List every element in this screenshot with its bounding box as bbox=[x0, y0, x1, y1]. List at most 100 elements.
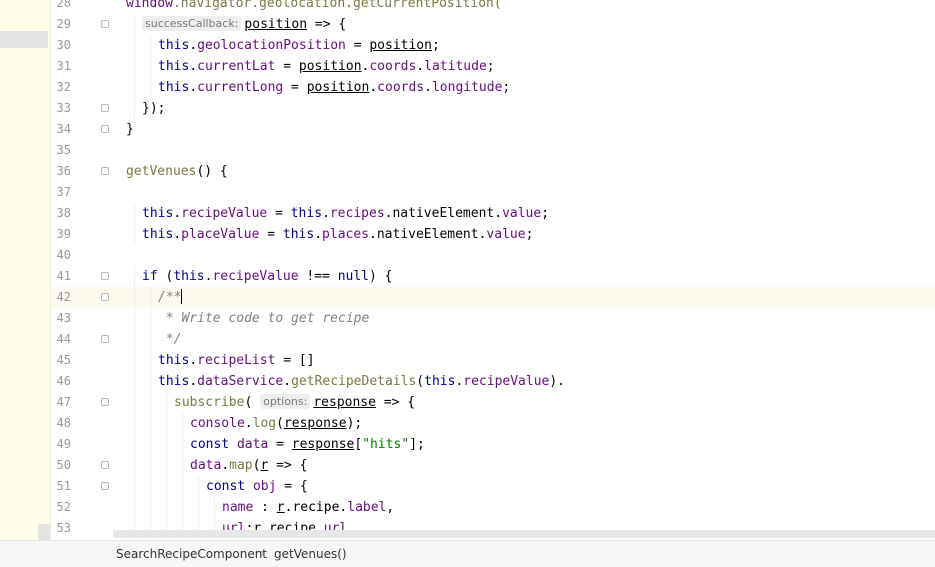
code-line[interactable]: 48 console.log(response); bbox=[51, 413, 935, 434]
code-token: ; bbox=[502, 80, 511, 95]
code-line[interactable]: 49 const data = response["hits"]; bbox=[51, 434, 935, 455]
fold-marker-icon[interactable] bbox=[101, 167, 109, 175]
breadcrumb-item-class[interactable]: SearchRecipeComponent bbox=[116, 547, 267, 561]
fold-marker-icon[interactable] bbox=[101, 293, 109, 301]
code-token: . bbox=[173, 227, 182, 242]
code-token: position bbox=[306, 80, 370, 95]
fold-marker-icon[interactable] bbox=[101, 125, 109, 133]
indent-guide bbox=[166, 455, 167, 476]
code-token: .navigator.geolocation.getCurrentPositio… bbox=[172, 0, 502, 11]
code-line[interactable]: 43 * Write code to get recipe bbox=[51, 308, 935, 329]
code-text: const data = response["hits"]; bbox=[190, 434, 425, 455]
code-line[interactable]: 42 /** bbox=[51, 287, 935, 308]
indent-guide bbox=[150, 497, 151, 518]
code-line[interactable]: 31 this.currentLat = position.coords.lati… bbox=[51, 56, 935, 77]
fold-marker-icon[interactable] bbox=[101, 104, 109, 112]
code-token: = bbox=[345, 38, 370, 53]
code-token: * Write code to get recipe bbox=[158, 311, 370, 326]
code-token: } bbox=[126, 122, 134, 137]
code-token: /** bbox=[158, 290, 182, 305]
code-line[interactable]: 32 this.currentLong = position.coords.lon… bbox=[51, 77, 935, 98]
breadcrumb-item-method[interactable]: getVenues() bbox=[274, 547, 347, 561]
code-line[interactable]: 28 window.navigator.geolocation.getCurren… bbox=[51, 0, 935, 14]
line-number: 38 bbox=[56, 206, 71, 220]
indent-guide bbox=[182, 476, 183, 497]
code-token: if bbox=[142, 269, 158, 284]
fold-marker-icon[interactable] bbox=[101, 398, 109, 406]
code-token: ; bbox=[431, 38, 440, 53]
fold-marker-icon[interactable] bbox=[101, 272, 109, 280]
code-line[interactable]: 50 data.map(r => { bbox=[51, 455, 935, 476]
code-token: currentLat bbox=[197, 59, 276, 74]
indent-guide bbox=[150, 392, 151, 413]
code-token: !== bbox=[298, 269, 338, 284]
indent-guide bbox=[134, 98, 135, 119]
code-token: const bbox=[190, 437, 230, 452]
horizontal-scrollbar[interactable] bbox=[113, 530, 935, 538]
code-token: subscribe bbox=[174, 395, 245, 410]
code-line[interactable]: 30 this.geolocationPosition = position; bbox=[51, 35, 935, 56]
code-line[interactable]: 37 bbox=[51, 182, 935, 203]
code-token: ( bbox=[157, 269, 174, 284]
code-text: */ bbox=[158, 329, 182, 350]
code-token: log bbox=[252, 416, 277, 431]
code-token: }); bbox=[142, 101, 166, 116]
code-line[interactable]: 33}); bbox=[51, 98, 935, 119]
code-token: response bbox=[291, 437, 355, 452]
code-line[interactable]: 45 this.recipeList = [] bbox=[51, 350, 935, 371]
code-line[interactable]: 44 */ bbox=[51, 329, 935, 350]
indent-guide bbox=[134, 56, 135, 77]
code-token: this bbox=[158, 353, 190, 368]
indent-guide bbox=[166, 434, 167, 455]
fold-marker-icon[interactable] bbox=[101, 335, 109, 343]
indent-guide bbox=[150, 413, 151, 434]
code-token: coords bbox=[377, 80, 425, 95]
code-token: .nativeElement. bbox=[369, 227, 487, 242]
code-line[interactable]: 35 bbox=[51, 140, 935, 161]
code-line[interactable]: 29 successCallback: position => { bbox=[51, 14, 935, 35]
code-token: . bbox=[189, 59, 198, 74]
code-line[interactable]: 36 getVenues() { bbox=[51, 161, 935, 182]
indent-guide bbox=[134, 329, 135, 350]
fold-marker-icon[interactable] bbox=[101, 461, 109, 469]
indent-guide bbox=[150, 329, 151, 350]
code-token: window bbox=[126, 0, 173, 11]
code-text: * Write code to get recipe bbox=[158, 308, 370, 329]
code-line[interactable]: 47 subscribe( options: response => { bbox=[51, 392, 935, 413]
indent-guide bbox=[134, 476, 135, 497]
code-line[interactable]: 39 this.placeValue = this.places.nativeEl… bbox=[51, 224, 935, 245]
code-line[interactable]: 52 name : r.recipe.label, bbox=[51, 497, 935, 518]
code-token: value bbox=[486, 227, 526, 242]
code-token: places bbox=[322, 227, 370, 242]
code-line[interactable]: 40 bbox=[51, 245, 935, 266]
code-text: this.geolocationPosition = position; bbox=[158, 35, 440, 56]
code-editor[interactable]: 28 window.navigator.geolocation.getCurren… bbox=[0, 0, 935, 540]
code-token: this bbox=[173, 269, 205, 284]
line-number: 52 bbox=[56, 500, 71, 514]
code-line[interactable]: 41 if (this.recipeValue !== null) { bbox=[51, 266, 935, 287]
editor-left-gutter bbox=[0, 0, 51, 540]
code-token: this bbox=[424, 374, 456, 389]
line-number: 50 bbox=[56, 458, 71, 472]
indent-guide bbox=[134, 413, 135, 434]
fold-marker-icon[interactable] bbox=[101, 482, 109, 490]
line-number: 34 bbox=[56, 122, 71, 136]
code-text: window.navigator.geolocation.getCurrentP… bbox=[126, 0, 502, 14]
line-number: 46 bbox=[56, 374, 71, 388]
code-token: recipeValue bbox=[181, 206, 268, 221]
code-token: . bbox=[173, 206, 182, 221]
indent-guide bbox=[166, 413, 167, 434]
code-line[interactable]: 34} bbox=[51, 119, 935, 140]
code-line[interactable]: 46 this.dataService.getRecipeDetails(this… bbox=[51, 371, 935, 392]
code-line[interactable]: 38 this.recipeValue = this.recipes.native… bbox=[51, 203, 935, 224]
code-token: label bbox=[347, 500, 387, 515]
code-line[interactable]: 51 const obj = { bbox=[51, 476, 935, 497]
indent-guide bbox=[134, 392, 135, 413]
gutter-marker bbox=[38, 524, 50, 540]
fold-marker-icon[interactable] bbox=[101, 20, 109, 28]
line-number: 53 bbox=[56, 521, 71, 535]
code-token: . bbox=[369, 80, 378, 95]
text-caret bbox=[181, 289, 183, 304]
code-text: }); bbox=[142, 98, 165, 119]
